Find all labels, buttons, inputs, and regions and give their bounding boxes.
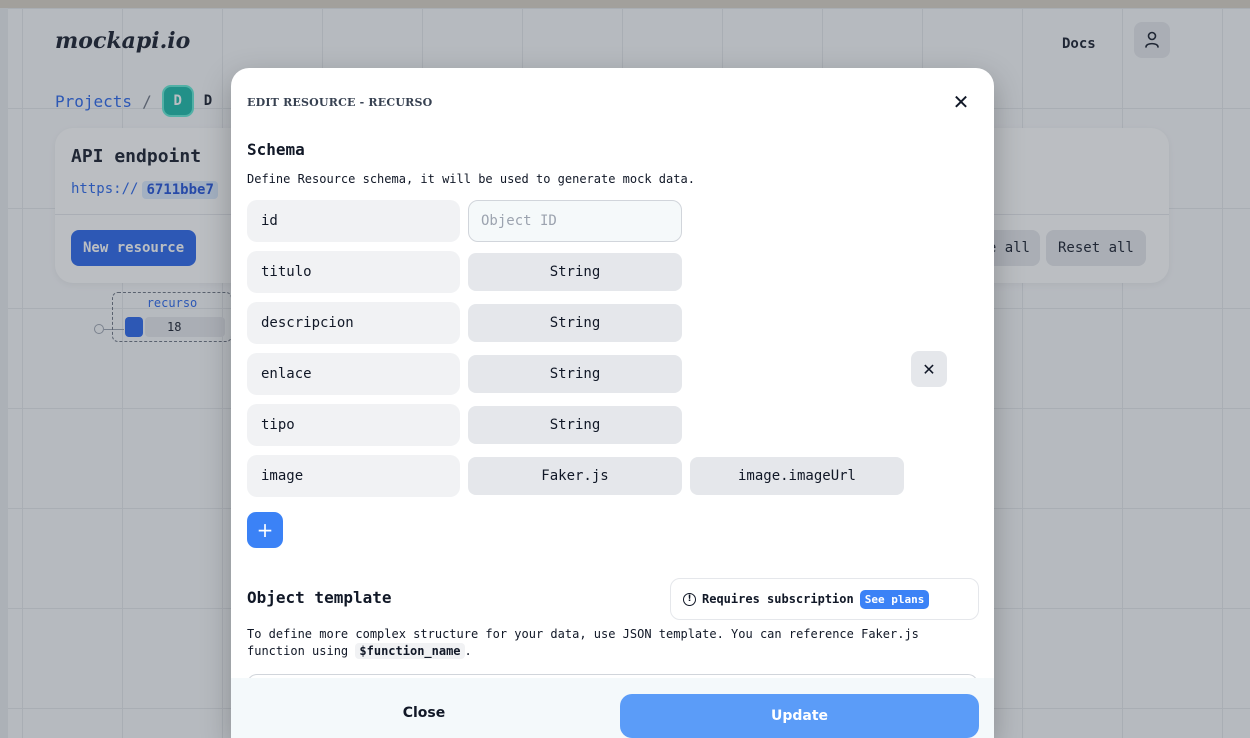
function-name-code: $function_name <box>355 643 465 659</box>
close-icon: ✕ <box>952 90 970 114</box>
field-type-select[interactable]: String <box>468 406 682 444</box>
see-plans-button[interactable]: See plans <box>859 589 930 609</box>
template-desc-text: To define more complex structure for you… <box>247 627 919 658</box>
add-field-button[interactable]: + <box>247 512 283 548</box>
template-desc-end: . <box>464 644 472 658</box>
close-button[interactable]: Close <box>271 692 577 734</box>
field-name[interactable]: id <box>247 200 460 242</box>
field-name[interactable]: image <box>247 455 460 497</box>
close-icon: ✕ <box>922 359 936 379</box>
update-button[interactable]: Update <box>620 694 979 738</box>
field-name[interactable]: titulo <box>247 251 460 293</box>
plus-icon: + <box>256 518 274 542</box>
subscription-notice: ! Requires subscription See plans <box>670 578 979 620</box>
info-icon: ! <box>683 592 696 606</box>
field-type-select[interactable]: String <box>468 304 682 342</box>
subscription-text: Requires subscription <box>702 592 854 606</box>
field-type-select[interactable]: String <box>468 253 682 291</box>
field-type-select[interactable]: Faker.js <box>468 457 682 495</box>
object-template-heading: Object template <box>247 588 392 607</box>
object-template-description: To define more complex structure for you… <box>247 626 967 660</box>
remove-field-button[interactable]: ✕ <box>911 351 947 387</box>
field-name[interactable]: enlace <box>247 353 460 395</box>
field-type-input[interactable] <box>468 200 682 242</box>
modal-title: EDIT RESOURCE - RECURSO <box>247 96 433 109</box>
schema-heading: Schema <box>247 140 305 159</box>
field-name[interactable]: descripcion <box>247 302 460 344</box>
edit-resource-modal: EDIT RESOURCE - RECURSO ✕ Schema Define … <box>231 68 994 738</box>
modal-footer: Close Update <box>231 678 994 738</box>
faker-method-select[interactable]: image.imageUrl <box>690 457 904 495</box>
field-type-select[interactable]: String <box>468 355 682 393</box>
field-name[interactable]: tipo <box>247 404 460 446</box>
schema-description: Define Resource schema, it will be used … <box>247 172 695 186</box>
modal-close-button[interactable]: ✕ <box>949 90 973 114</box>
